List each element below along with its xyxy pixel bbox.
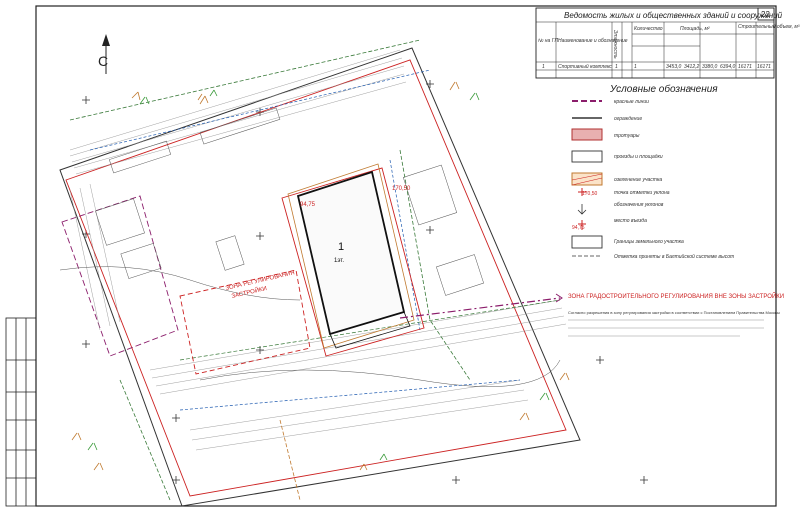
svg-text:1: 1 <box>542 64 545 70</box>
legend-label-5: точка отметки уклона <box>614 190 670 196</box>
svg-text:6394,0: 6394,0 <box>720 64 736 70</box>
zone-notice: ЗОНА ГРАДОСТРОИТЕЛЬНОГО РЕГУЛИРОВАНИЯ ВН… <box>568 292 784 300</box>
legend-mark-1: 170,50 <box>582 191 598 197</box>
svg-text:3453,0: 3453,0 <box>666 64 682 70</box>
svg-text:3412,2: 3412,2 <box>684 64 700 70</box>
table-header-floors: Этажность <box>612 30 618 59</box>
legend-mark-2: 94,75 <box>572 225 585 231</box>
table-header-area: Площадь, м² <box>680 26 710 32</box>
table-header-no: № на ГП <box>538 38 558 44</box>
table-header-count: Количество <box>634 26 663 32</box>
building-number: 1 <box>338 241 344 253</box>
svg-text:1: 1 <box>634 64 637 70</box>
legend-label-1: ограждение <box>614 116 642 122</box>
legend-label-3: проезды и площадки <box>614 154 663 160</box>
building-floors: 1эт. <box>334 258 344 264</box>
legend-label-0: красные линии <box>614 99 649 105</box>
legend-note-2: Отметка приняты в Балтийской системе выс… <box>614 253 734 260</box>
legend-label-4: озеленение участка <box>614 177 662 183</box>
svg-text:Спортивный комплекс: Спортивный комплекс <box>558 63 612 70</box>
legend-label-7: место въезда <box>614 218 647 224</box>
legend-label-2: тротуары <box>614 133 640 139</box>
svg-text:3380,0: 3380,0 <box>702 64 718 70</box>
table-title: Ведомость жилых и общественных зданий и … <box>564 11 783 20</box>
table-header-volume: Строительный объем, м³ <box>738 23 800 30</box>
level-mark-2: 94,75 <box>300 202 316 208</box>
legend-title: Условные обозначения <box>609 83 718 95</box>
legend-note-1: Границы земельного участка <box>614 239 684 245</box>
north-label: С <box>98 53 108 69</box>
site-plan: С 1 1эт. ЗОНА РЕГУЛИРОВАНИЯ ЗАСТРОЙКИ 22… <box>0 0 800 516</box>
drawing-sheet: С 1 1эт. ЗОНА РЕГУЛИРОВАНИЯ ЗАСТРОЙКИ 22… <box>0 0 800 516</box>
legend-label-6: обозначения уклонов <box>614 202 664 208</box>
zone-notice-text: Согласно разрешения в зону регулирования… <box>568 310 780 315</box>
legend-table: 22 Ведомость жилых и общественных зданий… <box>535 7 800 79</box>
svg-text:16171: 16171 <box>757 64 771 70</box>
level-mark-1: 170,50 <box>392 186 411 192</box>
svg-text:1: 1 <box>615 64 618 70</box>
svg-text:16171: 16171 <box>738 64 752 70</box>
